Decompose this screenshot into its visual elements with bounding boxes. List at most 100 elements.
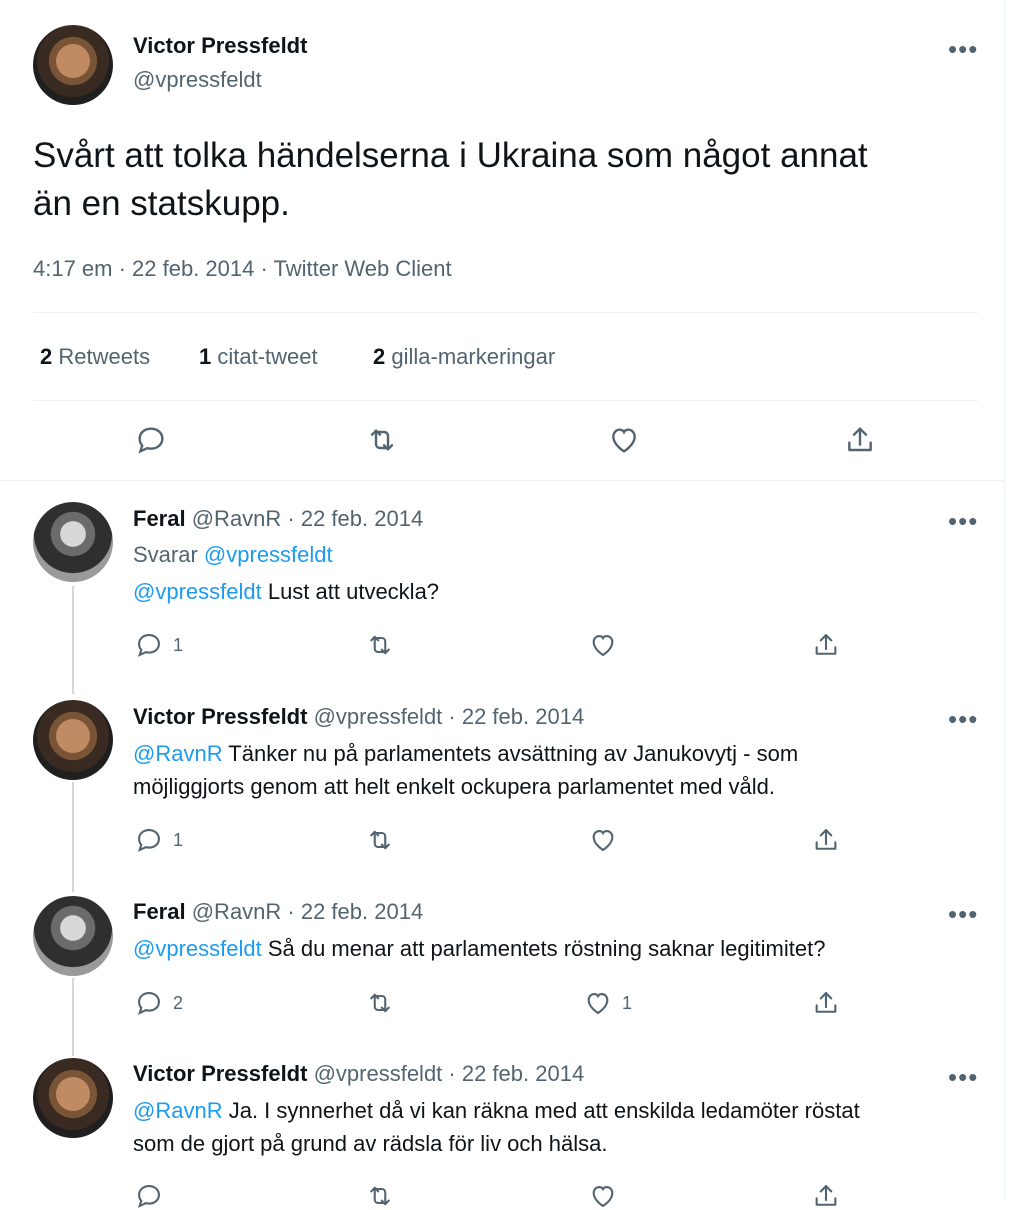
- reply-button[interactable]: 2: [135, 989, 183, 1017]
- author-handle-date[interactable]: @vpressfeldt · 22 feb. 2014: [314, 1061, 585, 1086]
- retweet-icon: [366, 1182, 394, 1210]
- tweet-text-line-1: Svårt att tolka händelserna i Ukraina so…: [33, 136, 868, 175]
- retweet-button[interactable]: [366, 826, 394, 854]
- share-icon: [812, 631, 840, 659]
- tweet-text-line-2: möjliggjorts genom att helt enkelt ockup…: [133, 774, 776, 799]
- likes-stat[interactable]: 2 gilla-markeringar: [373, 344, 555, 370]
- retweets-stat[interactable]: 2 Retweets: [40, 344, 150, 370]
- retweet-icon: [366, 826, 394, 854]
- retweet-button[interactable]: [366, 631, 394, 659]
- share-icon: [844, 424, 876, 456]
- reply-icon: [135, 631, 163, 659]
- tweet-body: Lust att utveckla?: [261, 579, 440, 604]
- more-icon[interactable]: •••: [948, 1064, 978, 1090]
- reply-button[interactable]: [135, 1182, 163, 1210]
- like-count: 1: [622, 992, 633, 1013]
- tweet-header: Victor Pressfeldt @vpressfeldt · 22 feb.…: [133, 1061, 584, 1087]
- heart-icon: [584, 989, 612, 1017]
- tweet-body: Så du menar att parlamentets röstning sa…: [261, 936, 826, 961]
- reply-icon: [135, 989, 163, 1017]
- tweet-text: @vpressfeldt Lust att utveckla?: [133, 579, 439, 605]
- tweet-body: Ja. I synnerhet då vi kan räkna med att …: [222, 1098, 860, 1123]
- avatar[interactable]: [33, 25, 113, 105]
- heart-icon: [608, 424, 640, 456]
- share-button[interactable]: [812, 826, 840, 854]
- thread-line: [72, 586, 74, 694]
- like-button[interactable]: 1: [584, 989, 632, 1017]
- tweet-text-line-2: som de gjort på grund av rädsla för liv …: [133, 1131, 608, 1156]
- heart-icon: [589, 826, 617, 854]
- retweet-icon: [366, 424, 398, 456]
- author-name[interactable]: Victor Pressfeldt: [133, 1061, 307, 1086]
- author-name[interactable]: Feral: [133, 899, 186, 924]
- replying-prefix: Svarar: [133, 542, 198, 567]
- share-icon: [812, 1182, 840, 1210]
- author-name[interactable]: Victor Pressfeldt: [133, 33, 307, 59]
- tweet-body: Tänker nu på parlamentets avsättning av …: [222, 741, 799, 766]
- quotes-count: 1: [199, 344, 212, 369]
- thread-line: [72, 782, 74, 892]
- share-icon: [812, 989, 840, 1017]
- reply-icon: [135, 826, 163, 854]
- avatar[interactable]: [33, 700, 113, 780]
- share-button[interactable]: [812, 989, 840, 1017]
- tweet-header: Feral @RavnR · 22 feb. 2014: [133, 506, 423, 532]
- replying-to-link[interactable]: @vpressfeldt: [204, 542, 333, 567]
- retweet-icon: [366, 631, 394, 659]
- reply-button[interactable]: [135, 424, 167, 456]
- reply-icon: [135, 1182, 163, 1210]
- author-handle-date[interactable]: @vpressfeldt · 22 feb. 2014: [314, 704, 585, 729]
- tweet-text-line-2: än en statskupp.: [33, 184, 290, 223]
- like-button[interactable]: [589, 826, 617, 854]
- more-icon[interactable]: •••: [948, 706, 978, 732]
- quotes-stat[interactable]: 1 citat-tweet: [199, 344, 318, 370]
- share-button[interactable]: [812, 1182, 840, 1210]
- retweet-button[interactable]: [366, 1182, 394, 1210]
- retweet-button[interactable]: [366, 989, 394, 1017]
- avatar[interactable]: [33, 502, 113, 582]
- author-name[interactable]: Victor Pressfeldt: [133, 704, 307, 729]
- divider: [0, 480, 1005, 481]
- heart-icon: [589, 631, 617, 659]
- author-handle-date[interactable]: @RavnR · 22 feb. 2014: [192, 506, 423, 531]
- like-button[interactable]: [589, 1182, 617, 1210]
- reply-icon: [135, 424, 167, 456]
- tweet-text-line-1: @RavnR Tänker nu på parlamentets avsättn…: [133, 741, 798, 767]
- reply-count: 2: [173, 992, 184, 1013]
- author-name[interactable]: Feral: [133, 506, 186, 531]
- avatar[interactable]: [33, 1058, 113, 1138]
- share-button[interactable]: [844, 424, 876, 456]
- divider: [33, 400, 978, 401]
- reply-count: 1: [173, 634, 184, 655]
- author-handle-date[interactable]: @RavnR · 22 feb. 2014: [192, 899, 423, 924]
- more-icon[interactable]: •••: [948, 508, 978, 534]
- mention-link[interactable]: @RavnR: [133, 1098, 223, 1123]
- retweet-button[interactable]: [366, 424, 398, 456]
- avatar[interactable]: [33, 896, 113, 976]
- like-button[interactable]: [589, 631, 617, 659]
- reply-count: 1: [173, 829, 184, 850]
- replying-to: Svarar @vpressfeldt: [133, 542, 333, 568]
- more-icon[interactable]: •••: [948, 901, 978, 927]
- like-button[interactable]: [608, 424, 640, 456]
- likes-label: gilla-markeringar: [391, 344, 556, 369]
- quotes-label: citat-tweet: [217, 344, 318, 369]
- mention-link[interactable]: @vpressfeldt: [133, 579, 262, 604]
- likes-count: 2: [373, 344, 386, 369]
- retweets-label: Retweets: [58, 344, 151, 369]
- retweet-icon: [366, 989, 394, 1017]
- mention-link[interactable]: @RavnR: [133, 741, 223, 766]
- author-handle[interactable]: @vpressfeldt: [133, 67, 262, 93]
- thread-line: [72, 978, 74, 1056]
- reply-button[interactable]: 1: [135, 631, 183, 659]
- share-button[interactable]: [812, 631, 840, 659]
- mention-link[interactable]: @vpressfeldt: [133, 936, 262, 961]
- timeline-border: [1004, 0, 1005, 1200]
- heart-icon: [589, 1182, 617, 1210]
- retweets-count: 2: [40, 344, 53, 369]
- reply-button[interactable]: 1: [135, 826, 183, 854]
- share-icon: [812, 826, 840, 854]
- tweet-timestamp[interactable]: 4:17 em · 22 feb. 2014 · Twitter Web Cli…: [33, 256, 452, 282]
- more-icon[interactable]: •••: [948, 36, 978, 62]
- tweet-text-line-1: @RavnR Ja. I synnerhet då vi kan räkna m…: [133, 1098, 860, 1124]
